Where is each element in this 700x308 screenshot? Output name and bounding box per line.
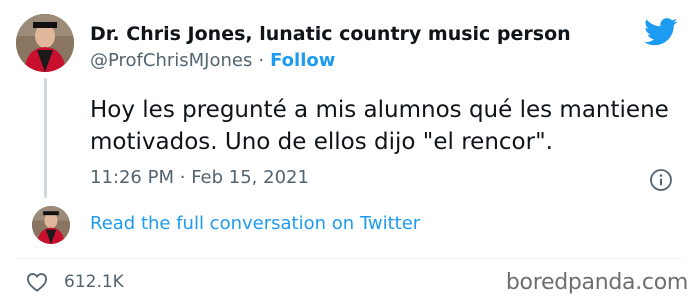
separator: · <box>258 50 265 71</box>
twitter-bird-icon[interactable] <box>644 18 678 46</box>
heart-icon[interactable] <box>26 272 48 292</box>
tweet-time: 11:26 PM <box>90 167 174 188</box>
watermark: boredpanda.com <box>505 270 688 295</box>
timestamp-separator: · <box>179 167 186 188</box>
like-count[interactable]: 612.1K <box>64 272 124 292</box>
author-avatar[interactable] <box>16 14 74 72</box>
info-icon[interactable] <box>649 168 673 192</box>
handle-row: @ProfChrisMJones · Follow <box>90 50 335 71</box>
author-handle[interactable]: @ProfChrisMJones <box>90 50 252 71</box>
follow-button[interactable]: Follow <box>270 50 335 71</box>
conversation-avatar[interactable] <box>32 206 70 244</box>
avatar-image <box>16 14 74 72</box>
avatar-image <box>32 206 70 244</box>
read-conversation-link[interactable]: Read the full conversation on Twitter <box>90 213 420 234</box>
tweet-date: Feb 15, 2021 <box>191 167 309 188</box>
tweet-timestamp[interactable]: 11:26 PM · Feb 15, 2021 <box>90 167 309 188</box>
thread-line <box>44 78 47 198</box>
divider <box>16 258 684 259</box>
author-name[interactable]: Dr. Chris Jones, lunatic country music p… <box>90 23 571 45</box>
tweet-text: Hoy les pregunté a mis alumnos qué les m… <box>90 97 669 155</box>
